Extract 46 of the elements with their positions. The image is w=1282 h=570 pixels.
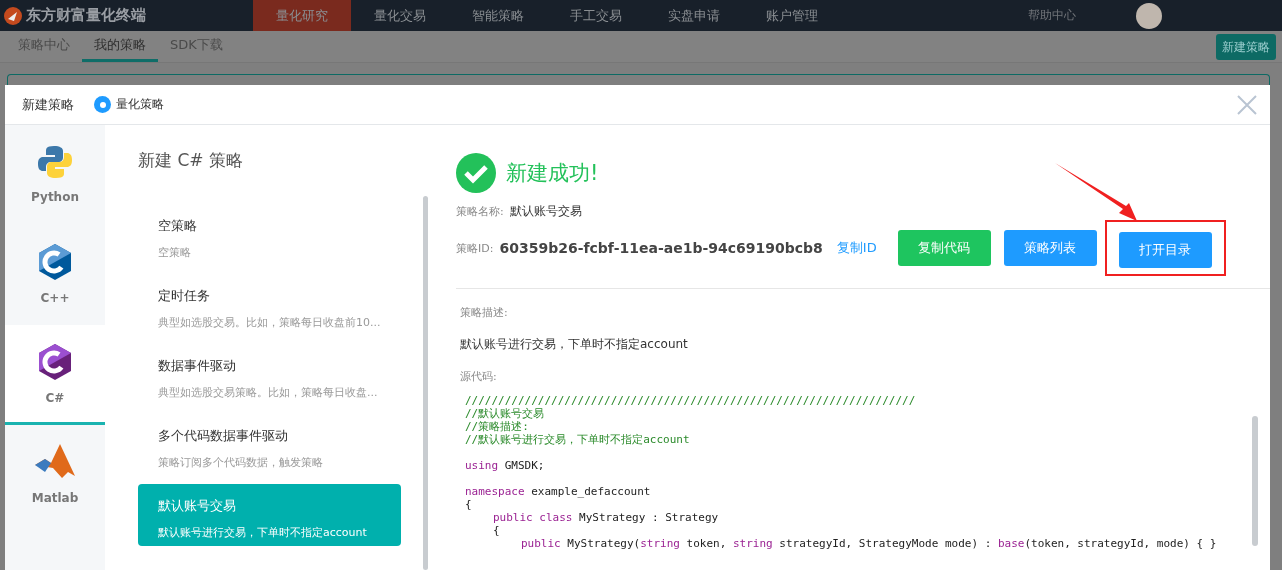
template-item[interactable]: 定时任务 典型如选股交易。比如，策略每日收盘前10... xyxy=(138,274,401,336)
hexagon-logo-icon xyxy=(38,342,72,381)
language-tab[interactable]: C# xyxy=(5,325,105,425)
name-value: 默认账号交易 xyxy=(509,203,582,220)
action-button[interactable]: 打开目录 xyxy=(1118,232,1212,268)
description-label: 策略描述: xyxy=(460,305,509,320)
new-strategy-button[interactable]: 新建策略 xyxy=(1216,34,1276,60)
radio-dot[interactable] xyxy=(94,96,111,113)
action-button[interactable]: 复制代码 xyxy=(897,230,991,266)
nav-tab[interactable]: 智能策略 xyxy=(449,0,547,31)
check-circle-icon xyxy=(456,153,496,193)
scrollbar[interactable] xyxy=(423,196,428,570)
description-text: 默认账号进行交易，下单时不指定account xyxy=(460,336,689,353)
nav-tab[interactable]: 手工交易 xyxy=(547,0,645,31)
help-link[interactable]: 帮助中心 xyxy=(1028,7,1076,24)
language-tab[interactable]: C++ xyxy=(5,225,105,325)
hexagon-logo-icon xyxy=(38,242,72,281)
name-label: 策略名称: xyxy=(456,204,504,219)
success-message: 新建成功! xyxy=(506,160,599,187)
panel-title: 新建 C# 策略 xyxy=(138,149,244,172)
scrollbar[interactable] xyxy=(1252,416,1258,546)
id-label: 策略ID: xyxy=(456,240,494,256)
template-item[interactable]: 默认账号交易 默认账号进行交易，下单时不指定account xyxy=(138,484,401,546)
copy-id-link[interactable]: 复制ID xyxy=(836,239,877,257)
template-item[interactable]: 数据事件驱动 典型如选股交易策略。比如，策略每日收盘... xyxy=(138,344,401,406)
nav-tab[interactable]: 账户管理 xyxy=(743,0,841,31)
close-button[interactable] xyxy=(1236,93,1258,116)
peak-logo-icon xyxy=(34,442,76,481)
source-code-label: 源代码: xyxy=(460,369,498,384)
source-code-text: //////////////////////////////////////////////////////////////////// //默认账号交易 //策略描述: //默认账号进行交易，下单时不指定account using GMSDK; namespace example_defaccount { public class MyStrategy : Strategy { public MyStrategy(string token, string strategyId, StrategyMode mode) : base(token, strategyId, mode) { } xyxy=(464,393,1218,552)
language-tab[interactable]: Matlab xyxy=(5,425,105,525)
avatar[interactable] xyxy=(1136,2,1162,29)
logo-icon xyxy=(4,6,22,25)
language-tab[interactable]: Python xyxy=(5,125,105,225)
action-button[interactable]: 策略列表 xyxy=(1003,230,1097,266)
id-value: 60359b26-fcbf-11ea-ae1b-94c69190bcb8 xyxy=(499,240,823,256)
dialog-title: 新建策略 xyxy=(22,95,74,114)
app-title: 东方财富量化终端 xyxy=(26,6,146,25)
template-item[interactable]: 多个代码数据事件驱动 策略订阅多个代码数据，触发策略 xyxy=(138,414,401,476)
nav-tab[interactable]: 量化交易 xyxy=(351,0,449,31)
sub-tab[interactable]: 我的策略 xyxy=(82,31,158,62)
python-logo-icon xyxy=(37,143,73,180)
nav-tab[interactable]: 实盘申请 xyxy=(645,0,743,31)
nav-tab[interactable]: 量化研究 xyxy=(253,0,351,31)
radio-option[interactable]: 量化策略 xyxy=(94,96,164,113)
template-item[interactable]: 空策略 空策略 xyxy=(138,204,401,266)
